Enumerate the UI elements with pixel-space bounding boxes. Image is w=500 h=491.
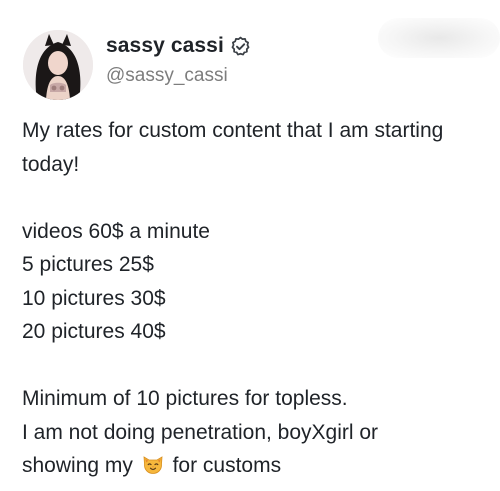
post-line-last: showing my for customs <box>22 449 492 483</box>
display-name[interactable]: sassy cassi <box>106 34 224 58</box>
post-line-blank <box>22 349 492 383</box>
post-line: 20 pictures 40$ <box>22 320 166 343</box>
post-line: My rates for custom content that I am st… <box>22 119 444 142</box>
post-text-segment: for customs <box>172 454 282 477</box>
post-card: sassy cassi @sassy_cassi My rates for cu… <box>0 0 500 491</box>
name-row: sassy cassi <box>106 33 251 59</box>
post-text-segment: showing my <box>22 454 133 477</box>
post-text: My rates for custom content that I am st… <box>22 114 492 483</box>
post-line-blank <box>22 181 492 215</box>
handle[interactable]: @sassy_cassi <box>106 65 228 87</box>
post-line: 10 pictures 30$ <box>22 286 166 310</box>
avatar[interactable] <box>23 30 93 100</box>
post-line: videos 60$ a minute <box>22 219 210 243</box>
verified-badge-icon <box>230 36 251 57</box>
post-line: I am not doing penetration, boyXgirl or <box>22 420 379 444</box>
blurred-region <box>378 18 500 58</box>
post-line: today! <box>22 152 80 176</box>
post-line: 5 pictures 25$ <box>22 253 154 276</box>
profile-photo <box>23 30 93 100</box>
cat-face-emoji-icon <box>141 452 165 476</box>
post-line: Minimum of 10 pictures for topless. <box>22 387 348 410</box>
